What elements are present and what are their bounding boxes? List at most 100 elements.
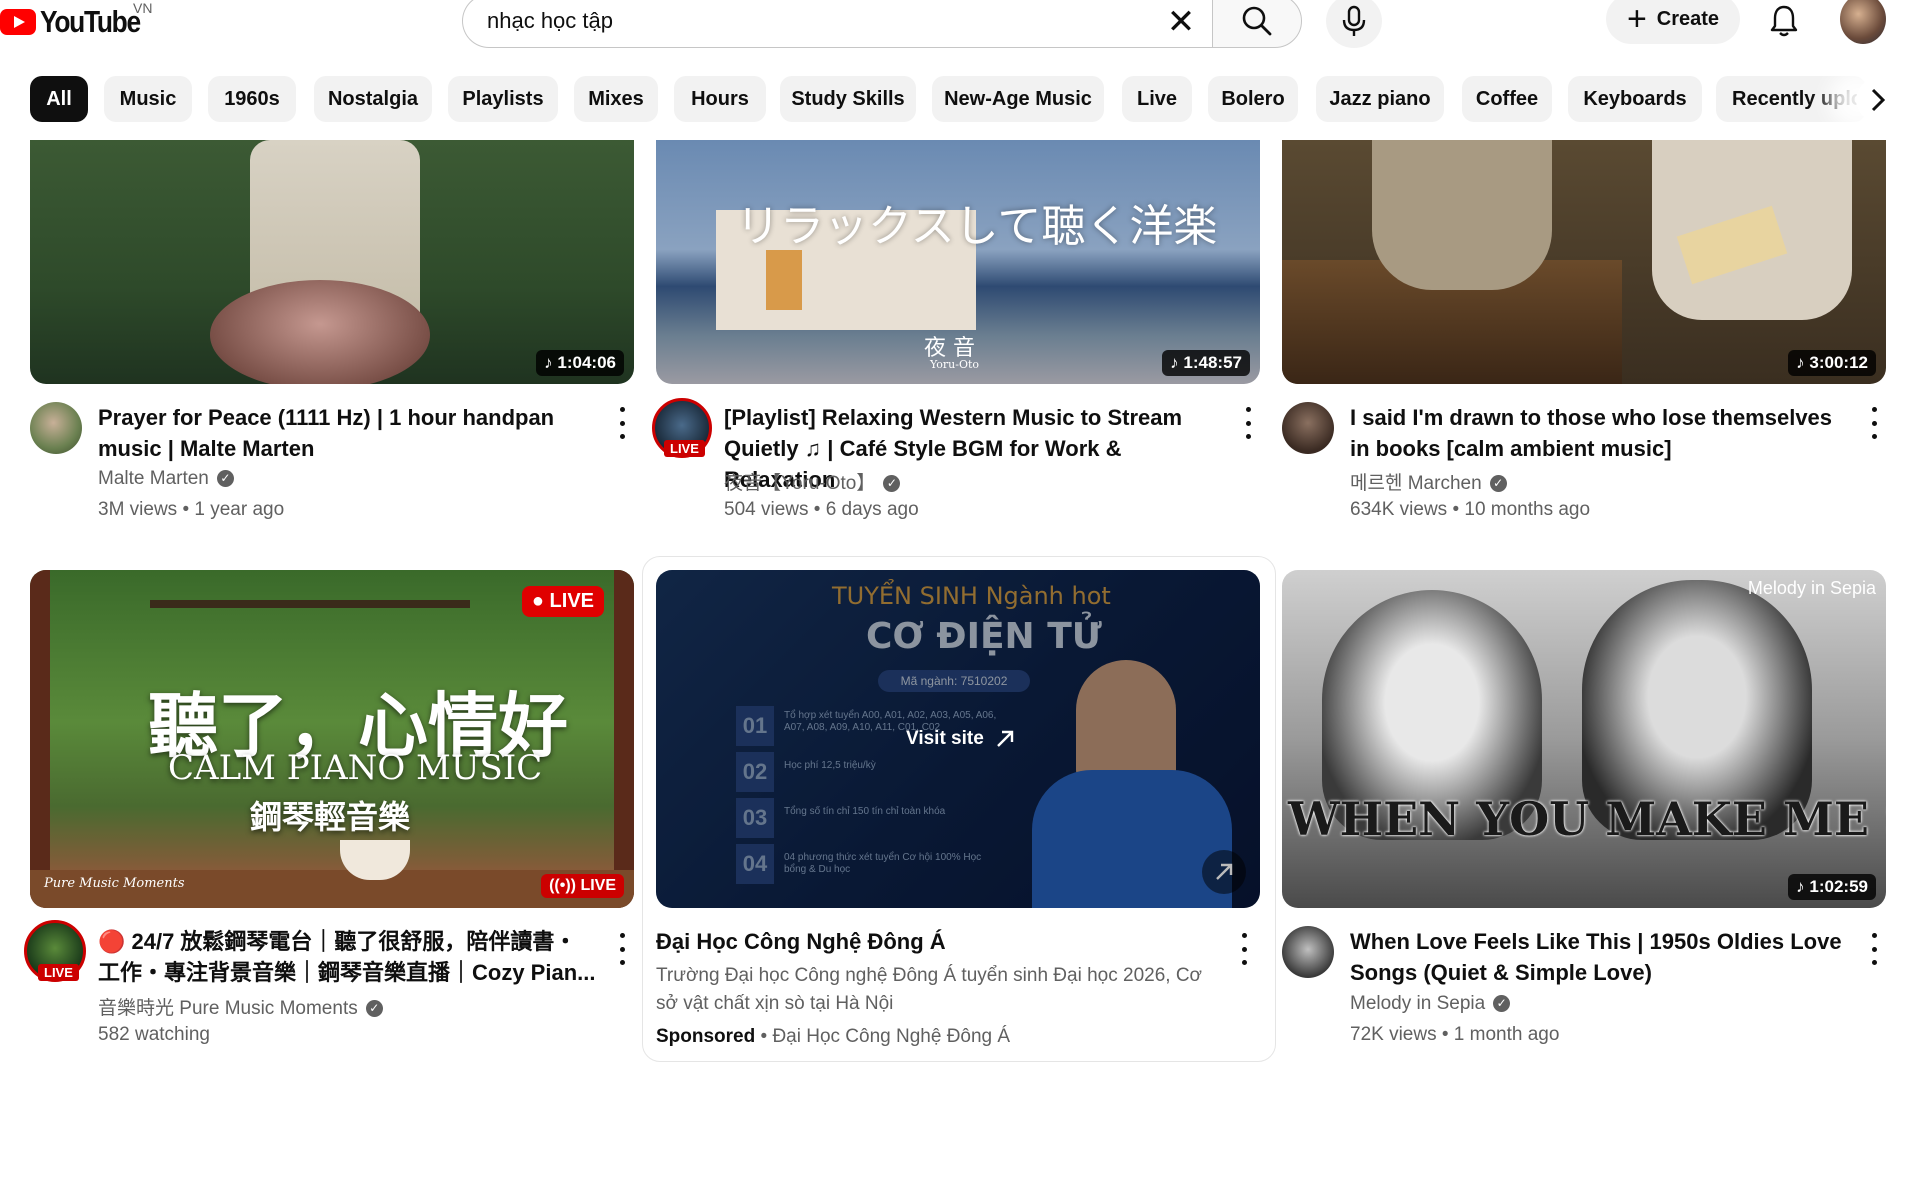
- video-thumbnail[interactable]: ♪ 1:04:06: [30, 140, 634, 384]
- external-link-icon: [996, 730, 1014, 747]
- lamp-bar: [150, 600, 470, 608]
- chip-bolero[interactable]: Bolero: [1208, 76, 1298, 122]
- chip-hours[interactable]: Hours: [674, 76, 766, 122]
- channel-name-text: 夜音【Yoru-Oto】: [724, 473, 876, 494]
- youtube-play-icon: [0, 9, 36, 35]
- video-stats: 504 views • 6 days ago: [724, 499, 919, 520]
- door-light: [766, 250, 802, 310]
- verified-icon: ✓: [1493, 995, 1511, 1013]
- channel-avatar[interactable]: [1282, 402, 1334, 454]
- writer-figure: [1372, 140, 1552, 290]
- chip-coffee[interactable]: Coffee: [1462, 76, 1552, 122]
- video-thumbnail[interactable]: ♪ 3:00:12: [1282, 140, 1886, 384]
- open-ad-button[interactable]: [1202, 850, 1246, 894]
- video-thumbnail[interactable]: WHEN YOU MAKE ME SMILE Melody in Sepia ♪…: [1282, 570, 1886, 908]
- video-title[interactable]: Prayer for Peace (1111 Hz) | 1 hour hand…: [98, 402, 588, 464]
- visit-site-button[interactable]: Visit site: [906, 728, 1016, 750]
- thumbnail-title-text: リラックスして聴く洋楽: [736, 201, 1218, 252]
- channel-name[interactable]: 音樂時光 Pure Music Moments ✓: [98, 993, 383, 1020]
- chip-music[interactable]: Music: [104, 76, 192, 122]
- live-badge: ((•)) LIVE: [541, 874, 624, 898]
- chips-next-button[interactable]: [1856, 78, 1900, 122]
- more-actions-icon[interactable]: [1864, 930, 1884, 968]
- thumbnail-subtitle-text-2: 鋼琴輕音樂: [250, 798, 411, 836]
- video-thumbnail[interactable]: 聽了，心情好 CALM PIANO MUSIC 鋼琴輕音樂 Pure Music…: [30, 570, 634, 908]
- video-stats: 634K views • 10 months ago: [1350, 499, 1591, 520]
- voice-search-button[interactable]: [1326, 0, 1382, 48]
- duration-badge: ♪ 1:02:59: [1788, 874, 1876, 900]
- video-stats: 582 watching: [98, 1024, 210, 1045]
- channel-name[interactable]: Malte Marten ✓: [98, 468, 234, 490]
- thumbnail-subtitle-text: CALM PIANO MUSIC: [168, 748, 543, 788]
- more-actions-icon[interactable]: [1238, 404, 1258, 442]
- chip-playlists[interactable]: Playlists: [448, 76, 558, 122]
- thumbnail-title-text: WHEN YOU MAKE ME SMILE: [1288, 792, 1886, 846]
- channel-name[interactable]: 夜音【Yoru-Oto】 ✓: [724, 468, 901, 495]
- ad-thumbnail[interactable]: TUYỂN SINH Ngành hot CƠ ĐIỆN TỬ Mã ngành…: [656, 570, 1260, 908]
- video-thumbnail[interactable]: リラックスして聴く洋楽 夜 音 Yoru-Oto ♪ 1:48:57: [656, 140, 1260, 384]
- verified-icon: ✓: [216, 470, 234, 488]
- avatar-live-badge: LIVE: [664, 440, 705, 457]
- duration-badge: ♪ 3:00:12: [1788, 350, 1876, 376]
- country-code: VN: [133, 0, 153, 16]
- channel-avatar[interactable]: [1282, 926, 1334, 978]
- verified-icon: ✓: [883, 475, 901, 493]
- chip-new-age-music[interactable]: New-Age Music: [932, 76, 1104, 122]
- verified-icon: ✓: [1489, 475, 1507, 493]
- window-frame-left: [30, 570, 50, 908]
- plus-icon: +: [1626, 0, 1647, 38]
- video-title[interactable]: 🔴 24/7 放鬆鋼琴電台｜聽了很舒服，陪伴讀書・工作・專注背景音樂｜鋼琴音樂直…: [98, 926, 596, 988]
- youtube-logo[interactable]: YouTube VN: [0, 0, 158, 40]
- channel-name-text: Malte Marten: [98, 468, 209, 489]
- thumbnail-brand-text: Melody in Sepia: [1747, 578, 1876, 598]
- thumbnail-brand-text: Pure Music Moments: [44, 876, 185, 891]
- channel-name[interactable]: 메르헨 Marchen ✓: [1350, 468, 1507, 495]
- ad-title[interactable]: Đại Học Công Nghệ Đông Á: [656, 926, 1216, 957]
- chip-1960s[interactable]: 1960s: [208, 76, 296, 122]
- create-button[interactable]: + Create: [1606, 0, 1740, 44]
- clear-search-icon[interactable]: ✕: [1164, 5, 1198, 39]
- notifications-button[interactable]: [1764, 0, 1804, 42]
- search-bar: ✕: [462, 0, 1302, 48]
- search-box: ✕: [462, 0, 1212, 48]
- more-actions-icon[interactable]: [1864, 404, 1884, 442]
- ad-sponsor-line: Sponsored • Đại Học Công Nghệ Đông Á: [656, 1026, 1010, 1048]
- masthead: YouTube VN ✕ + Create: [0, 0, 1918, 58]
- chip-live[interactable]: Live: [1122, 76, 1192, 122]
- video-stats: 72K views • 1 month ago: [1350, 1024, 1560, 1045]
- filter-chip-bar: All Music 1960s Nostalgia Playlists Mixe…: [0, 76, 1918, 124]
- thumbnail-brand-sub: Yoru-Oto: [930, 358, 980, 371]
- visit-site-label: Visit site: [906, 728, 984, 749]
- chip-jazz-piano[interactable]: Jazz piano: [1316, 76, 1444, 122]
- bell-icon: [1770, 5, 1798, 37]
- avatar-live-badge: LIVE: [38, 964, 79, 981]
- more-actions-icon[interactable]: [612, 404, 632, 442]
- chip-study-skills[interactable]: Study Skills: [780, 76, 916, 122]
- chip-mixes[interactable]: Mixes: [574, 76, 658, 122]
- logo-text: YouTube: [40, 4, 141, 39]
- more-actions-icon[interactable]: [1234, 930, 1254, 968]
- duration-badge: ♪ 1:04:06: [536, 350, 624, 376]
- chip-all[interactable]: All: [30, 76, 88, 122]
- chip-nostalgia[interactable]: Nostalgia: [314, 76, 432, 122]
- advertiser-name[interactable]: • Đại Học Công Nghệ Đông Á: [755, 1026, 1011, 1047]
- chip-recently-uploaded[interactable]: Recently uploaded: [1716, 76, 1866, 122]
- create-label: Create: [1656, 7, 1720, 30]
- channel-name-text: 音樂時光 Pure Music Moments: [98, 998, 358, 1019]
- chip-keyboards[interactable]: Keyboards: [1568, 76, 1702, 122]
- account-avatar[interactable]: [1840, 0, 1886, 44]
- video-title[interactable]: I said I'm drawn to those who lose thems…: [1350, 402, 1850, 464]
- window-frame-right: [614, 570, 634, 908]
- search-icon: [1242, 6, 1272, 36]
- more-actions-icon[interactable]: [612, 930, 632, 968]
- microphone-icon: [1342, 5, 1366, 36]
- channel-name[interactable]: Melody in Sepia ✓: [1350, 993, 1511, 1015]
- video-stats: 3M views • 1 year ago: [98, 499, 285, 520]
- live-badge-top: ● LIVE: [521, 586, 604, 617]
- search-input[interactable]: [485, 7, 1129, 35]
- video-title[interactable]: When Love Feels Like This | 1950s Oldies…: [1350, 926, 1850, 988]
- verified-icon: ✓: [365, 1000, 383, 1018]
- chevron-right-icon: [1871, 88, 1886, 112]
- search-button[interactable]: [1212, 0, 1302, 48]
- channel-avatar[interactable]: [30, 402, 82, 454]
